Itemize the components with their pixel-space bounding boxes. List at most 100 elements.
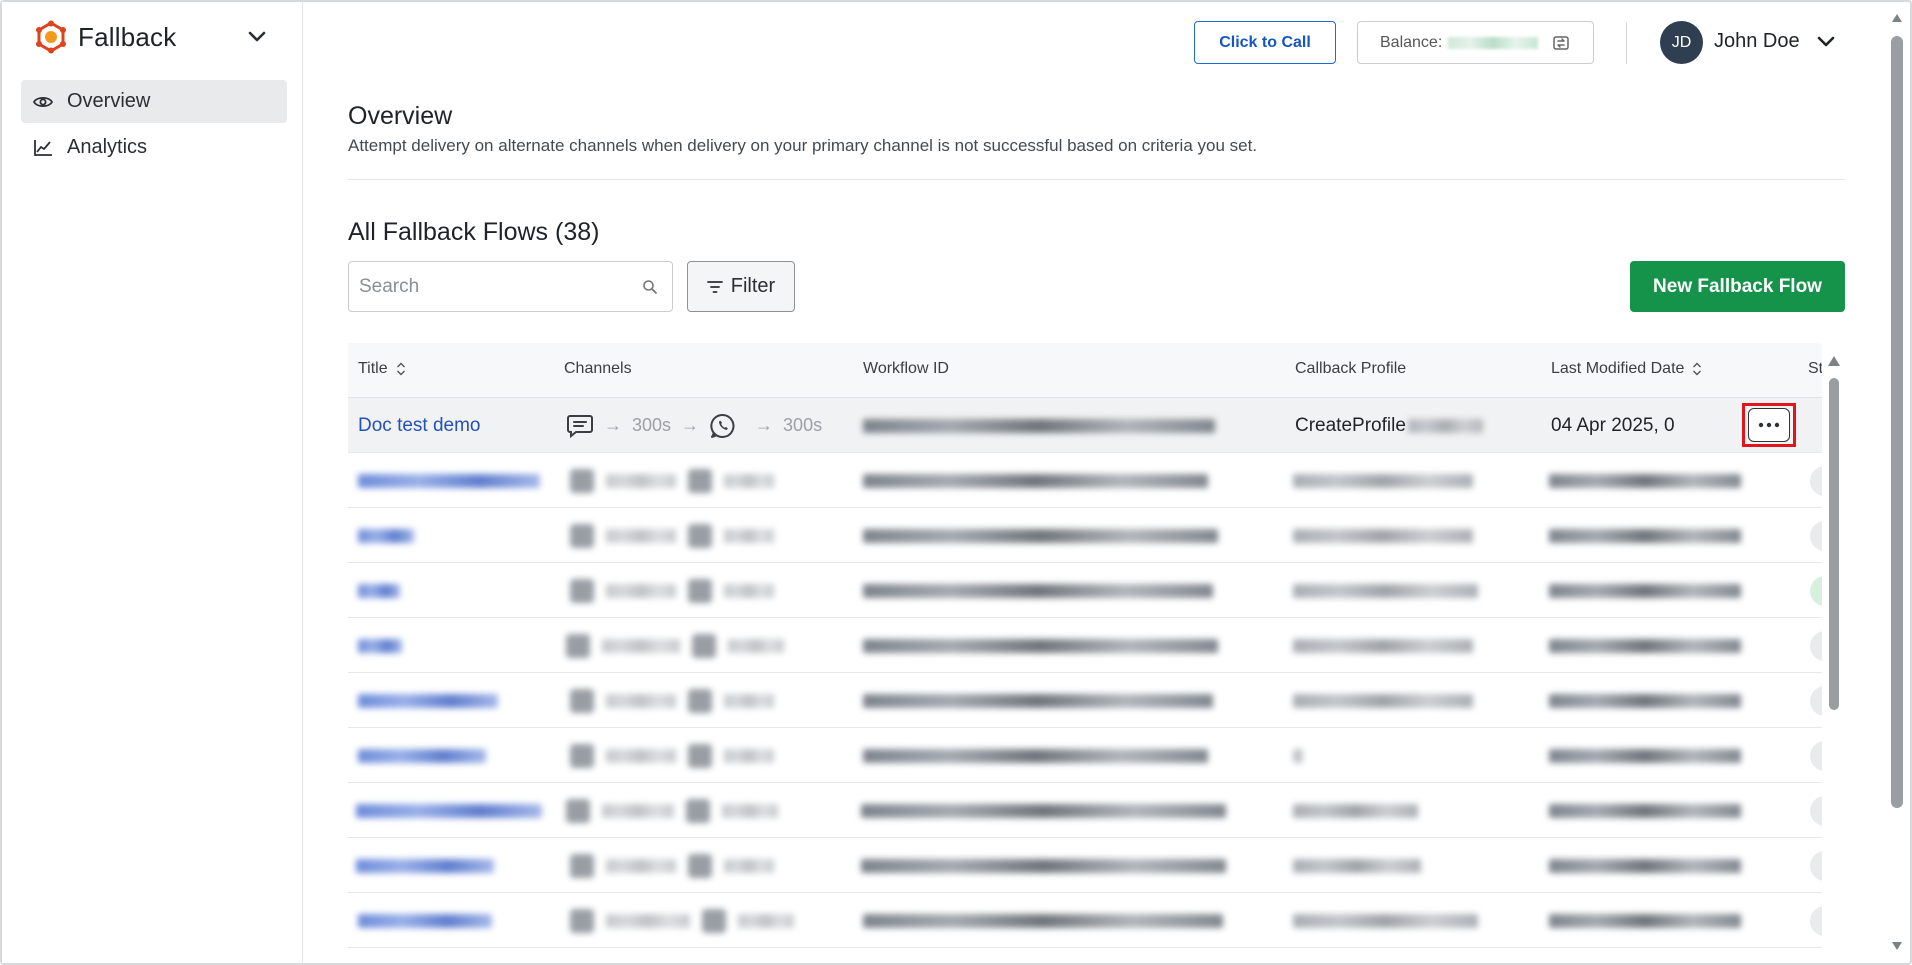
redacted-date <box>1549 508 1741 563</box>
redacted-workflow <box>863 673 1213 728</box>
redacted-channels <box>570 453 774 508</box>
whatsapp-icon <box>710 413 735 438</box>
sort-icon[interactable] <box>396 361 406 377</box>
refresh-balance-icon[interactable] <box>1552 34 1570 52</box>
redacted-text <box>606 913 690 928</box>
redacted-icon <box>688 468 712 493</box>
row-channels: → 300s → → 300s <box>566 398 822 453</box>
new-fallback-flow-button[interactable]: New Fallback Flow <box>1630 261 1845 312</box>
sidebar-item-overview[interactable]: Overview <box>21 80 287 123</box>
page-scroll-up-icon[interactable] <box>1890 12 1904 24</box>
redacted-text <box>738 913 794 928</box>
redacted-text <box>1549 748 1741 763</box>
table-row[interactable] <box>348 893 1822 948</box>
page-title: Overview <box>348 102 453 130</box>
redacted-text <box>602 803 674 818</box>
column-label: Workflow ID <box>863 360 949 377</box>
table-row[interactable] <box>348 563 1822 618</box>
redacted-status <box>1810 741 1822 771</box>
search-box <box>348 261 673 312</box>
row-title[interactable]: Doc test demo <box>358 415 481 437</box>
redacted-title <box>356 783 542 838</box>
search-input[interactable] <box>349 262 619 311</box>
redacted-text <box>724 748 774 763</box>
header-divider <box>1626 22 1627 64</box>
redacted-icon <box>570 908 594 933</box>
balance-value-redacted <box>1448 36 1539 49</box>
redacted-date <box>1549 618 1741 673</box>
table-scrollbar-thumb[interactable] <box>1829 378 1839 710</box>
row-workflow-id-redacted <box>863 398 1215 453</box>
redacted-text <box>722 803 778 818</box>
user-menu-chevron-icon[interactable] <box>1812 28 1840 56</box>
redacted-profile <box>1293 893 1478 948</box>
redacted-icon <box>692 633 716 658</box>
redacted-text <box>1293 528 1473 543</box>
column-header-channels: Channels <box>564 360 632 378</box>
redacted-title <box>356 838 494 893</box>
redacted-date <box>1549 453 1741 508</box>
page-scroll-down-icon[interactable] <box>1890 940 1904 952</box>
redacted-text <box>1293 638 1473 653</box>
redacted-text <box>724 858 774 873</box>
redacted-title <box>358 563 400 618</box>
arrow-3: → <box>755 415 774 435</box>
column-header-workflow-id: Workflow ID <box>863 360 949 378</box>
filter-button[interactable]: Filter <box>687 261 795 312</box>
redacted-icon <box>688 578 712 603</box>
filter-icon <box>706 280 723 293</box>
redacted-text <box>358 473 540 488</box>
redacted-text <box>606 693 676 708</box>
arrow-1: → <box>604 415 622 435</box>
redacted-text <box>863 693 1213 708</box>
redacted-profile <box>1293 673 1473 728</box>
redacted-date <box>1549 893 1741 948</box>
redacted-text <box>861 803 1226 818</box>
redacted-text <box>1549 693 1741 708</box>
app-switcher-chevron-icon[interactable] <box>242 22 272 52</box>
redacted-text <box>1549 913 1741 928</box>
column-header-status: St <box>1808 360 1822 377</box>
search-icon[interactable] <box>642 279 658 295</box>
redacted-channels <box>566 618 784 673</box>
sort-icon[interactable] <box>1692 361 1702 377</box>
column-header-title[interactable]: Title <box>358 360 406 378</box>
table-row[interactable] <box>348 728 1822 783</box>
avatar[interactable]: JD <box>1660 21 1703 64</box>
user-name[interactable]: John Doe <box>1714 30 1800 53</box>
table-row[interactable]: Doc test demo → 300s → → 300s CreateProf… <box>348 398 1822 453</box>
column-header-last-modified[interactable]: Last Modified Date <box>1551 360 1702 378</box>
table-header: Title Channels Workflow ID Callback Prof… <box>348 343 1822 398</box>
table-row[interactable] <box>348 838 1822 893</box>
flows-title: All Fallback Flows (38) <box>348 218 600 246</box>
redacted-profile <box>1293 453 1473 508</box>
table-row[interactable] <box>348 673 1822 728</box>
page-scrollbar-thumb[interactable] <box>1891 36 1903 808</box>
line-chart-icon <box>34 139 52 156</box>
click-to-call-button[interactable]: Click to Call <box>1194 21 1336 64</box>
redacted-icon <box>570 578 594 603</box>
redacted-icon <box>570 688 594 713</box>
table-row[interactable] <box>348 618 1822 673</box>
redacted-icon <box>566 633 590 658</box>
redacted-text <box>863 583 1213 598</box>
delay-2: 300s <box>783 415 823 435</box>
sidebar-item-analytics[interactable]: Analytics <box>21 126 287 169</box>
table-row[interactable] <box>348 453 1822 508</box>
balance-widget: Balance: <box>1357 21 1594 64</box>
redacted-workflow <box>863 508 1218 563</box>
redacted-text <box>606 748 676 763</box>
redacted-date <box>1549 563 1741 618</box>
redacted-workflow <box>863 893 1223 948</box>
table-row[interactable] <box>348 783 1822 838</box>
redacted-icon <box>688 853 712 878</box>
redacted-text <box>358 748 486 763</box>
table-scroll-up-icon[interactable] <box>1826 354 1842 368</box>
row-title-link[interactable]: Doc test demo <box>358 398 481 453</box>
redacted-icon <box>686 798 710 823</box>
table-row[interactable] <box>348 508 1822 563</box>
redacted-profile <box>1293 783 1418 838</box>
redacted-profile <box>1293 838 1421 893</box>
redacted-title <box>358 508 414 563</box>
flows-table: Title Channels Workflow ID Callback Prof… <box>348 343 1822 965</box>
